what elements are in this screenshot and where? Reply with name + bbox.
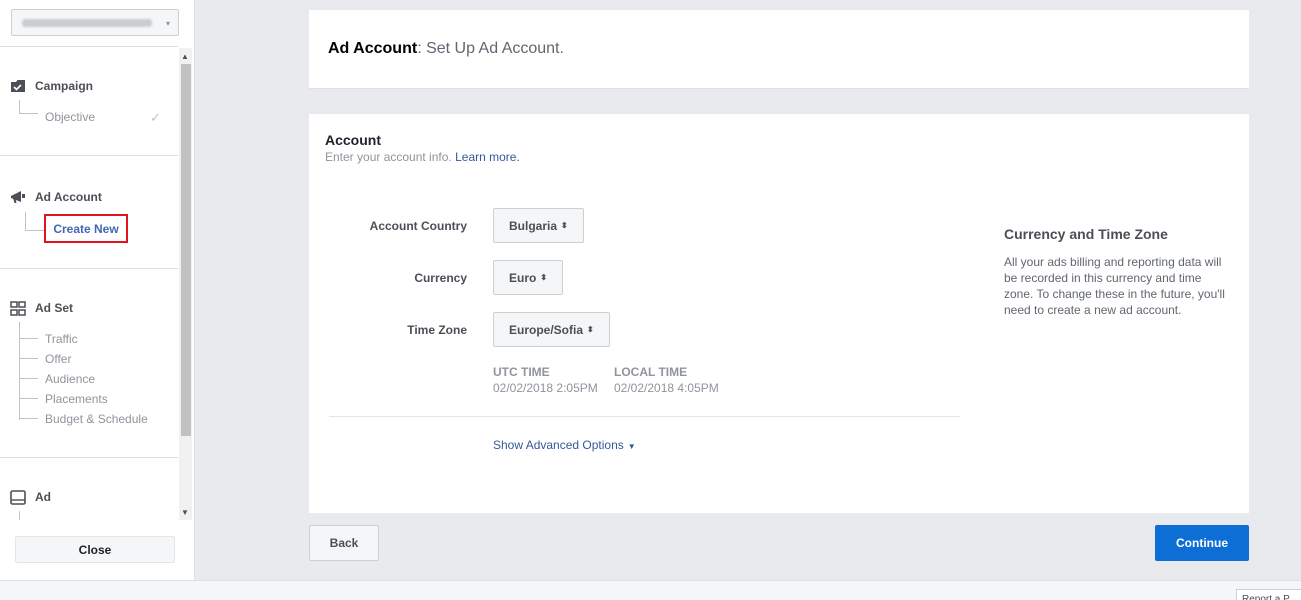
account-form-card: Account Enter your account info. Learn m… (309, 114, 1249, 513)
divider (329, 416, 960, 417)
currency-value: Euro (509, 270, 537, 285)
time-zone-select[interactable]: Europe/Sofia ⬍ (493, 312, 610, 347)
sidebar-scrollbar[interactable]: ▲ ▼ (179, 48, 192, 520)
section-subtitle-text: Enter your account info. (325, 150, 452, 164)
tree-connector (19, 322, 38, 420)
utc-time-label: UTC TIME (493, 365, 550, 379)
sidebar-item-offer[interactable]: Offer (45, 352, 71, 366)
page-header: Ad Account : Set Up Ad Account. (309, 10, 1249, 89)
sidebar-section-ad-account[interactable]: Ad Account (10, 190, 102, 204)
sidebar-section-ad[interactable]: Ad (10, 490, 51, 505)
local-time-label: LOCAL TIME (614, 365, 688, 379)
tree-connector (19, 338, 38, 339)
divider (0, 268, 178, 269)
sidebar-item-traffic[interactable]: Traffic (45, 332, 78, 346)
tree-connector (19, 100, 38, 114)
time-zone-label: Time Zone (407, 323, 467, 337)
checkmark-icon: ✓ (150, 110, 161, 125)
grid-icon (10, 301, 27, 316)
local-time-value: 02/02/2018 4:05PM (614, 381, 719, 395)
back-button[interactable]: Back (309, 525, 379, 561)
sidebar: ▾ Campaign Objective ✓ Ad Account Create… (0, 0, 195, 580)
report-problem-button[interactable]: Report a P (1236, 589, 1301, 600)
scroll-up-icon[interactable]: ▲ (181, 52, 189, 61)
scroll-down-icon[interactable]: ▼ (181, 508, 189, 517)
continue-button[interactable]: Continue (1155, 525, 1249, 561)
sidebar-item-create-new[interactable]: Create New (44, 214, 128, 243)
section-title: Account (325, 132, 381, 148)
close-button[interactable]: Close (15, 536, 175, 563)
currency-label: Currency (414, 271, 467, 285)
tree-connector (19, 378, 38, 379)
account-country-label: Account Country (369, 219, 467, 233)
sidebar-section-label: Campaign (35, 79, 94, 93)
show-advanced-options-link[interactable]: Show Advanced Options ▼ (493, 438, 636, 452)
tree-connector (25, 212, 44, 231)
sidebar-item-objective[interactable]: Objective (45, 110, 95, 124)
account-name-redacted (22, 18, 152, 27)
tree-connector (19, 418, 38, 419)
divider (0, 457, 178, 458)
campaign-icon (10, 79, 27, 93)
ad-icon (10, 490, 27, 505)
tree-connector (19, 398, 38, 399)
advanced-options-text: Show Advanced Options (493, 438, 624, 452)
ad-account-selector[interactable]: ▾ (11, 9, 179, 36)
megaphone-icon (10, 190, 27, 204)
divider (0, 46, 178, 47)
scrollbar-thumb[interactable] (181, 64, 191, 436)
sort-arrows-icon: ⬍ (561, 221, 568, 230)
sidebar-section-campaign[interactable]: Campaign (10, 79, 93, 93)
info-title: Currency and Time Zone (1004, 226, 1168, 242)
page-title: Ad Account (328, 40, 418, 57)
sidebar-section-label: Ad Account (35, 190, 102, 204)
bottom-bar (0, 580, 1301, 600)
sort-arrows-icon: ⬍ (540, 273, 548, 282)
utc-time-value: 02/02/2018 2:05PM (493, 381, 598, 395)
sidebar-item-budget-schedule[interactable]: Budget & Schedule (45, 412, 148, 426)
section-subtitle: Enter your account info. Learn more. (325, 150, 520, 164)
tree-connector (19, 358, 38, 359)
chevron-down-icon: ▾ (165, 19, 170, 28)
sort-arrows-icon: ⬍ (587, 325, 594, 334)
sidebar-section-label: Ad (35, 490, 51, 504)
sidebar-item-placements[interactable]: Placements (45, 392, 108, 406)
info-body: All your ads billing and reporting data … (1004, 255, 1225, 317)
page-subtitle: : Set Up Ad Account. (417, 40, 564, 57)
account-country-select[interactable]: Bulgaria ⬍ (493, 208, 584, 243)
time-zone-value: Europe/Sofia (509, 322, 584, 337)
sidebar-section-label: Ad Set (35, 301, 74, 315)
currency-select[interactable]: Euro ⬍ (493, 260, 564, 295)
caret-down-icon: ▼ (627, 442, 636, 451)
account-country-value: Bulgaria (509, 218, 558, 233)
divider (0, 155, 178, 156)
sidebar-item-audience[interactable]: Audience (45, 372, 95, 386)
learn-more-link[interactable]: Learn more. (455, 150, 520, 164)
sidebar-section-ad-set[interactable]: Ad Set (10, 301, 74, 316)
tree-connector (19, 511, 20, 520)
